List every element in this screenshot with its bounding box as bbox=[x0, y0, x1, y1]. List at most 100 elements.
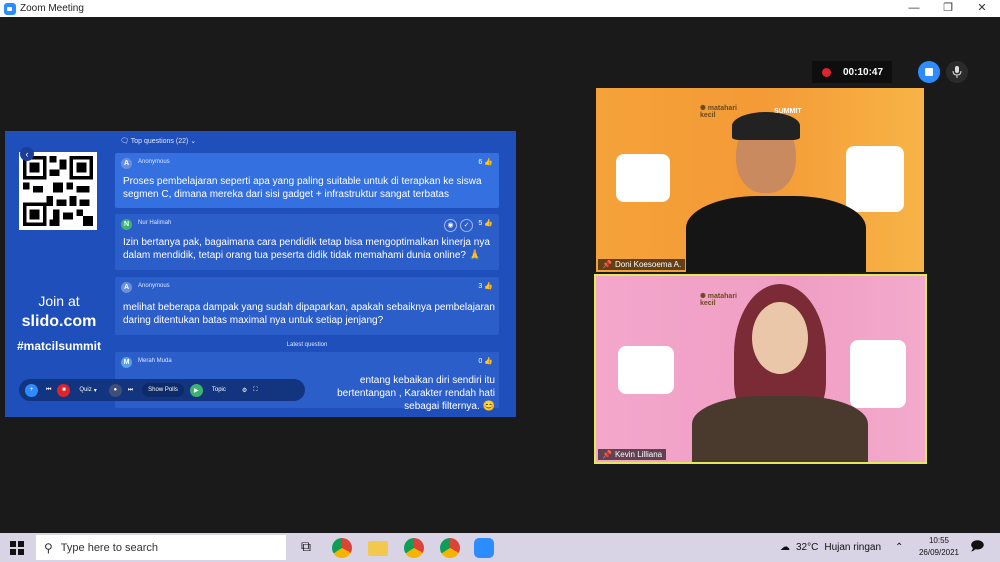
qr-code bbox=[19, 152, 97, 230]
question-text: Proses pembelajaran seperti apa yang pal… bbox=[123, 176, 482, 200]
fullscreen-icon[interactable]: ⛶ bbox=[253, 387, 257, 394]
microphone-button[interactable] bbox=[946, 61, 968, 83]
task-view-icon[interactable]: ⧉ bbox=[296, 538, 316, 558]
thumbs-up-icon: 👍 bbox=[484, 283, 493, 290]
recording-dot-icon bbox=[822, 67, 831, 77]
question-card[interactable]: N Nur Halimah ◉ ✓ 5 👍 Izin bertanya pak,… bbox=[115, 214, 499, 270]
file-explorer-icon[interactable] bbox=[368, 541, 388, 556]
thumbs-up-icon: 👍 bbox=[484, 358, 493, 365]
weather-widget[interactable]: ☁ 32°C Hujan ringan bbox=[780, 533, 881, 562]
recording-indicator: 00:10:47 bbox=[812, 61, 892, 83]
avatar: M bbox=[121, 357, 132, 368]
media-partner-banner bbox=[850, 340, 906, 408]
participant-video[interactable]: ✺ matahari kecil SUMMIT 📌 Doni Koesoema A… bbox=[596, 88, 924, 272]
minimize-button[interactable]: — bbox=[898, 0, 930, 17]
taskbar: ⚲ Type here to search ⧉ ☁ 32°C Hujan rin… bbox=[0, 533, 1000, 562]
user-icon[interactable]: ● bbox=[108, 383, 122, 397]
avatar: A bbox=[121, 282, 132, 293]
question-text: Izin bertanya pak, bagaimana cara pendid… bbox=[123, 237, 490, 261]
show-polls-button[interactable]: Show Polls bbox=[142, 383, 184, 397]
close-button[interactable]: ✕ bbox=[966, 0, 998, 17]
presenter-control-bar: + ⏮ ■ Quiz ▾ ● ⏭ Show Polls ▶ Topic ⚙ ⛶ bbox=[19, 379, 305, 401]
taskbar-search[interactable]: ⚲ Type here to search bbox=[36, 535, 286, 560]
top-questions-dropdown[interactable]: 🗨 Top questions (22) ⌄ bbox=[120, 137, 196, 145]
search-placeholder: Type here to search bbox=[60, 541, 159, 554]
chevron-up-icon[interactable]: ⌃ bbox=[895, 533, 903, 562]
thumbs-up-icon: 👍 bbox=[484, 159, 493, 166]
clock-time: 10:55 bbox=[928, 536, 950, 545]
vote-count: 0 bbox=[478, 358, 483, 365]
stop-icon[interactable]: ■ bbox=[57, 383, 71, 397]
question-text: entang kebaikan diri sendiri itu bertent… bbox=[337, 375, 495, 412]
windows-start-icon[interactable] bbox=[10, 541, 24, 555]
thumbs-up-icon: 👍 bbox=[484, 220, 493, 227]
back-arrow-icon[interactable]: ‹ bbox=[20, 147, 34, 161]
avatar: N bbox=[121, 219, 132, 230]
participant-shirt bbox=[686, 196, 866, 272]
mark-answered-icon[interactable]: ✓ bbox=[460, 219, 473, 232]
participant-video-active-speaker[interactable]: ✺ matahari kecil 📌 Kevin Lilliana bbox=[594, 274, 927, 464]
chevron-down-icon: ⌄ bbox=[190, 138, 197, 145]
chevron-down-icon: ▾ bbox=[93, 387, 97, 394]
question-author: Anonymous bbox=[138, 159, 170, 165]
chrome-icon[interactable] bbox=[332, 538, 352, 558]
microphone-icon bbox=[952, 66, 962, 78]
stop-recording-button[interactable] bbox=[918, 61, 940, 83]
top-questions-label: Top questions (22) bbox=[130, 138, 189, 145]
next-icon[interactable]: ⏭ bbox=[128, 387, 133, 394]
quiz-label: Quiz bbox=[79, 387, 92, 393]
participant-name-tag: 📌 Doni Koesoema A. bbox=[598, 259, 686, 270]
event-logo: ✺ matahari kecil bbox=[700, 293, 737, 307]
latest-question-label: Latest question bbox=[286, 342, 328, 348]
system-clock[interactable]: 10:55 26/09/2021 bbox=[918, 535, 960, 559]
supported-by-banner bbox=[618, 346, 674, 394]
event-hashtag: #matcilsummit bbox=[16, 339, 102, 353]
window-title: Zoom Meeting bbox=[20, 3, 84, 14]
question-author: Nur Halimah bbox=[138, 220, 172, 226]
avatar: A bbox=[121, 158, 132, 169]
supported-by-banner bbox=[616, 154, 670, 202]
question-card[interactable]: A Anonymous 3 👍 melihat beberapa dampak … bbox=[115, 277, 499, 335]
shared-screen-slido: ‹ Join at slido.com #matcilsummit 🗨 Top … bbox=[5, 131, 516, 417]
questions-icon: 🗨 bbox=[120, 138, 129, 145]
recording-time: 00:10:47 bbox=[843, 66, 884, 78]
weather-description: Hujan ringan bbox=[824, 542, 882, 553]
play-icon[interactable]: ▶ bbox=[189, 383, 203, 397]
media-partner-banner bbox=[846, 146, 904, 212]
participant-hair bbox=[732, 112, 800, 140]
question-author: Merah Muda bbox=[138, 358, 172, 364]
stop-icon bbox=[925, 68, 933, 76]
chrome-profile-n-icon[interactable] bbox=[404, 538, 424, 558]
join-site: slido.com bbox=[21, 313, 97, 330]
weather-icon: ☁ bbox=[780, 542, 790, 553]
participant-name-tag: 📌 Kevin Lilliana bbox=[598, 449, 667, 460]
zoom-taskbar-icon[interactable] bbox=[474, 538, 494, 558]
search-icon: ⚲ bbox=[44, 540, 53, 555]
previous-icon[interactable]: ⏮ bbox=[46, 387, 51, 394]
zoom-logo-icon bbox=[4, 2, 16, 15]
chrome-profile-icon[interactable] bbox=[440, 538, 460, 558]
highlight-question-icon[interactable]: ◉ bbox=[444, 219, 457, 232]
notification-icon[interactable]: 🗩 bbox=[970, 533, 984, 562]
clock-date: 26/09/2021 bbox=[918, 548, 960, 557]
participant-name: Kevin Lilliana bbox=[614, 450, 663, 459]
question-text: melihat beberapa dampak yang sudah dipap… bbox=[123, 302, 495, 326]
gear-icon[interactable]: ⚙ bbox=[242, 387, 247, 394]
quiz-dropdown[interactable]: Quiz ▾ bbox=[73, 383, 102, 397]
question-author: Anonymous bbox=[138, 283, 170, 289]
event-logo: ✺ matahari kecil bbox=[700, 105, 737, 119]
title-bar: Zoom Meeting — ❐ ✕ bbox=[0, 0, 1000, 17]
maximize-button[interactable]: ❐ bbox=[932, 0, 964, 17]
pin-icon: 📌 bbox=[602, 450, 612, 459]
participant-name: Doni Koesoema A. bbox=[614, 260, 682, 269]
topic-button[interactable]: Topic bbox=[206, 383, 232, 397]
join-label: Join at bbox=[38, 293, 80, 309]
add-icon[interactable]: + bbox=[25, 383, 38, 397]
participant-outfit bbox=[692, 396, 868, 462]
vote-count: 3 bbox=[478, 283, 483, 290]
pin-icon: 📌 bbox=[602, 260, 612, 269]
question-card[interactable]: A Anonymous 6 👍 Proses pembelajaran sepe… bbox=[115, 153, 499, 208]
temperature: 32°C bbox=[796, 542, 819, 553]
participant-face bbox=[752, 302, 808, 374]
vote-count: 5 bbox=[478, 220, 483, 227]
